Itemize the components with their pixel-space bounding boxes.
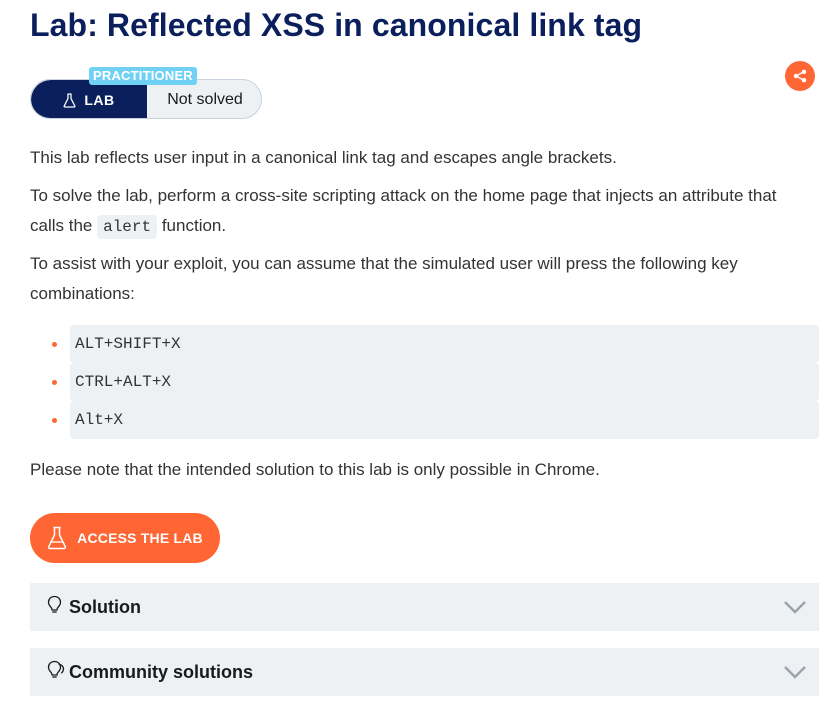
- intro-paragraph: This lab reflects user input in a canoni…: [30, 148, 617, 167]
- flask-icon: [48, 526, 67, 550]
- bullet-icon: [52, 418, 57, 423]
- page-title: Lab: Reflected XSS in canonical link tag: [30, 7, 643, 43]
- access-lab-label: ACCESS THE LAB: [77, 530, 203, 546]
- lab-type-segment: LAB: [31, 80, 147, 118]
- assist-paragraph: To assist with your exploit, you can ass…: [30, 254, 738, 303]
- lab-status-badge: LAB Not solved PRACTITIONER: [30, 67, 262, 119]
- chevron-down-icon: [784, 601, 806, 614]
- chrome-note: Please note that the intended solution t…: [30, 460, 600, 479]
- community-solutions-accordion[interactable]: Community solutions: [30, 648, 819, 696]
- flask-icon: [63, 92, 76, 108]
- inline-code-alert: alert: [97, 215, 158, 239]
- share-icon: [793, 69, 807, 83]
- bullet-icon: [52, 342, 57, 347]
- key-combination-list: ALT+SHIFT+X CTRL+ALT+X Alt+X: [30, 325, 819, 439]
- access-lab-button[interactable]: ACCESS THE LAB: [30, 513, 220, 563]
- difficulty-level-badge: PRACTITIONER: [89, 67, 197, 85]
- list-item: Alt+X: [30, 401, 819, 439]
- solution-accordion-title: Solution: [69, 597, 141, 617]
- badge-pill: LAB Not solved: [30, 79, 262, 119]
- lab-type-label: LAB: [84, 92, 115, 108]
- chevron-down-icon: [784, 666, 806, 679]
- speech-bubbles-icon: [47, 660, 65, 678]
- list-item: CTRL+ALT+X: [30, 363, 819, 401]
- lightbulb-icon: [47, 595, 62, 613]
- solution-accordion[interactable]: Solution: [30, 583, 819, 631]
- community-solutions-accordion-title: Community solutions: [69, 662, 253, 682]
- list-item: ALT+SHIFT+X: [30, 325, 819, 363]
- share-button[interactable]: [785, 61, 815, 91]
- key-combination-code: CTRL+ALT+X: [70, 363, 819, 401]
- key-combination-code: ALT+SHIFT+X: [70, 325, 819, 363]
- bullet-icon: [52, 380, 57, 385]
- lab-status-label: Not solved: [167, 91, 243, 108]
- solve-text-after: function.: [157, 216, 227, 235]
- solve-paragraph: To solve the lab, perform a cross-site s…: [30, 181, 800, 242]
- key-combination-code: Alt+X: [70, 401, 819, 439]
